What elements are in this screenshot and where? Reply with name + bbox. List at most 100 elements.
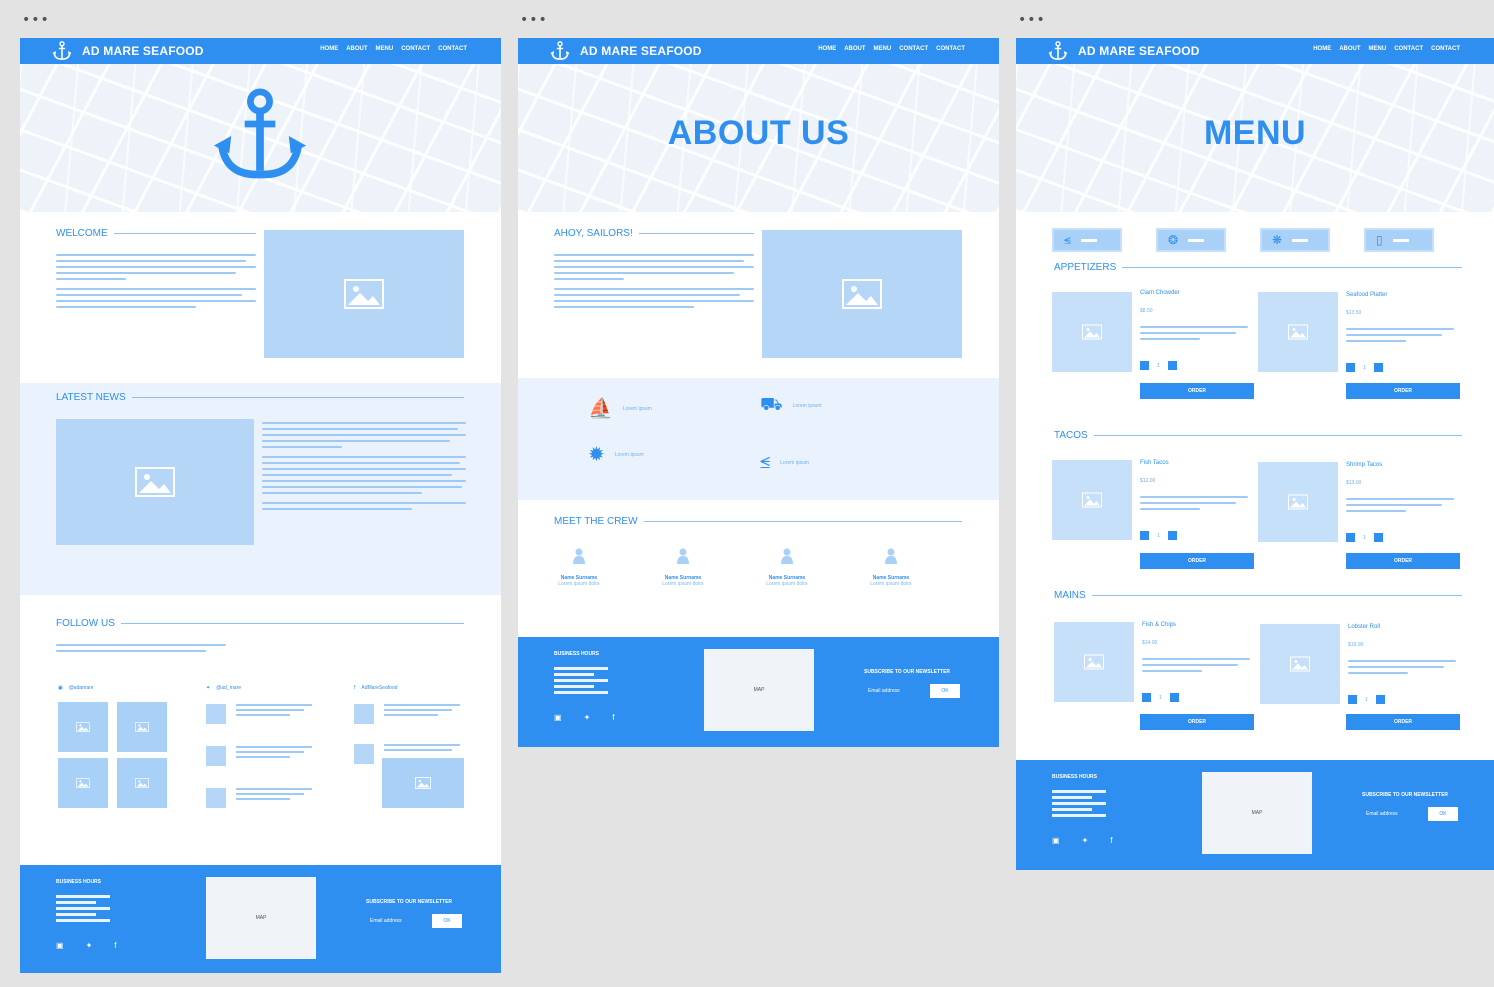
instagram-icon[interactable]: ▣ bbox=[56, 941, 64, 950]
order-button[interactable]: ORDER bbox=[1346, 714, 1460, 730]
person-icon bbox=[676, 548, 690, 564]
instagram-icon[interactable]: ▣ bbox=[554, 713, 562, 722]
map[interactable]: MAP bbox=[704, 649, 814, 731]
quantity-stepper[interactable]: 1 bbox=[1140, 361, 1177, 370]
minus-button[interactable] bbox=[1348, 695, 1357, 704]
facebook-post[interactable] bbox=[354, 704, 460, 724]
tweet[interactable] bbox=[206, 746, 312, 766]
tab-drinks[interactable]: ▯ bbox=[1364, 228, 1434, 252]
crew-member[interactable]: Name Surname Lorem ipsum dolor bbox=[862, 548, 920, 587]
quantity-stepper[interactable]: 1 bbox=[1346, 363, 1383, 372]
anchor-hero-icon bbox=[208, 88, 312, 184]
facebook-post-image[interactable] bbox=[382, 758, 464, 808]
plus-button[interactable] bbox=[1373, 363, 1383, 372]
map[interactable]: MAP bbox=[1202, 772, 1312, 854]
news-image bbox=[56, 419, 254, 545]
minus-button[interactable] bbox=[1142, 693, 1151, 702]
order-button[interactable]: ORDER bbox=[1140, 553, 1254, 569]
minus-button[interactable] bbox=[1140, 361, 1149, 370]
twitter-icon[interactable]: ✦ bbox=[1082, 836, 1089, 845]
nav-link-contact-2[interactable]: CONTACT bbox=[1431, 46, 1460, 52]
subscribe-button[interactable]: OK bbox=[1428, 807, 1458, 821]
plus-button[interactable] bbox=[1373, 533, 1383, 542]
twitter-handle[interactable]: ✦ @ad_mare bbox=[206, 685, 241, 691]
map[interactable]: MAP bbox=[206, 877, 316, 959]
order-button[interactable]: ORDER bbox=[1346, 383, 1460, 399]
subscribe-button[interactable]: OK bbox=[432, 914, 462, 928]
nav-link-contact[interactable]: CONTACT bbox=[401, 46, 430, 52]
tab-crab[interactable]: ❋ bbox=[1260, 228, 1330, 252]
nav-link-about[interactable]: ABOUT bbox=[844, 46, 865, 52]
twitter-icon[interactable]: ✦ bbox=[584, 713, 591, 722]
nav-link-contact[interactable]: CONTACT bbox=[1394, 46, 1423, 52]
plus-button[interactable] bbox=[1167, 361, 1177, 370]
twitter-icon[interactable]: ✦ bbox=[86, 941, 93, 950]
plus-button[interactable] bbox=[1167, 531, 1177, 540]
image-placeholder-icon bbox=[135, 467, 175, 497]
crew-member[interactable]: Name Surname Lorem ipsum dolor bbox=[654, 548, 712, 587]
quantity-stepper[interactable]: 1 bbox=[1140, 531, 1177, 540]
brand-name[interactable]: AD MARE SEAFOOD bbox=[580, 44, 702, 58]
nav-link-about[interactable]: ABOUT bbox=[346, 46, 367, 52]
email-input[interactable]: Email address bbox=[370, 918, 432, 924]
hero-banner: ABOUT US bbox=[518, 64, 999, 212]
dish-name: Seafood Platter bbox=[1346, 292, 1388, 298]
instagram-photo[interactable] bbox=[117, 758, 167, 808]
quantity-stepper[interactable]: 1 bbox=[1142, 693, 1179, 702]
brand-name[interactable]: AD MARE SEAFOOD bbox=[82, 44, 204, 58]
quantity-stepper[interactable]: 1 bbox=[1348, 695, 1385, 704]
anchor-logo-icon[interactable] bbox=[550, 41, 570, 61]
facebook-icon: f bbox=[354, 685, 356, 691]
nav-link-contact-2[interactable]: CONTACT bbox=[936, 46, 965, 52]
nav-link-contact[interactable]: CONTACT bbox=[899, 46, 928, 52]
instagram-photo[interactable] bbox=[117, 702, 167, 752]
dish-name: Clam Chowder bbox=[1140, 290, 1180, 296]
dish-price: $13.00 bbox=[1346, 480, 1362, 486]
order-button[interactable]: ORDER bbox=[1346, 553, 1460, 569]
dish-price: $19.00 bbox=[1348, 642, 1364, 648]
crew-member[interactable]: Name Surname Lorem ipsum dolor bbox=[550, 548, 608, 587]
nav-link-home[interactable]: HOME bbox=[320, 46, 338, 52]
nav-link-home[interactable]: HOME bbox=[1313, 46, 1331, 52]
quantity-stepper[interactable]: 1 bbox=[1346, 533, 1383, 542]
facebook-handle[interactable]: f AdMareSeafood bbox=[354, 685, 398, 691]
minus-button[interactable] bbox=[1346, 533, 1355, 542]
footer-social: ▣ ✦ f bbox=[56, 941, 117, 950]
instagram-photo[interactable] bbox=[58, 702, 108, 752]
brand-name[interactable]: AD MARE SEAFOOD bbox=[1078, 44, 1200, 58]
nav-link-menu[interactable]: MENU bbox=[1369, 46, 1387, 52]
instagram-handle[interactable]: ▣ @adamare bbox=[58, 685, 94, 691]
image-placeholder-icon bbox=[76, 722, 90, 732]
minus-button[interactable] bbox=[1346, 363, 1355, 372]
tweet[interactable] bbox=[206, 788, 312, 808]
nav-link-menu[interactable]: MENU bbox=[874, 46, 892, 52]
tweet[interactable] bbox=[206, 704, 312, 724]
crew-member[interactable]: Name Surname Lorem ipsum dolor bbox=[758, 548, 816, 587]
person-icon bbox=[572, 548, 586, 564]
anchor-logo-icon[interactable] bbox=[1048, 41, 1068, 61]
order-button[interactable]: ORDER bbox=[1140, 383, 1254, 399]
plus-button[interactable] bbox=[1375, 695, 1385, 704]
facebook-icon[interactable]: f bbox=[1110, 836, 1112, 845]
subscribe-button[interactable]: OK bbox=[930, 684, 960, 698]
image-placeholder-icon bbox=[1288, 494, 1308, 510]
order-button[interactable]: ORDER bbox=[1140, 714, 1254, 730]
facebook-icon[interactable]: f bbox=[612, 713, 614, 722]
plus-button[interactable] bbox=[1169, 693, 1179, 702]
nav-link-contact-2[interactable]: CONTACT bbox=[438, 46, 467, 52]
hours-title: BUSINESS HOURS bbox=[56, 879, 102, 885]
crew-title: MEET THE CREW bbox=[554, 516, 962, 527]
facebook-icon[interactable]: f bbox=[114, 941, 116, 950]
nav-link-home[interactable]: HOME bbox=[818, 46, 836, 52]
nav-link-menu[interactable]: MENU bbox=[376, 46, 394, 52]
tab-shrimp[interactable]: ❂ bbox=[1156, 228, 1226, 252]
email-input[interactable]: Email address bbox=[1366, 811, 1428, 817]
minus-button[interactable] bbox=[1140, 531, 1149, 540]
anchor-logo-icon[interactable] bbox=[52, 41, 72, 61]
tab-fish[interactable]: ⪬ bbox=[1052, 228, 1122, 252]
nav-link-about[interactable]: ABOUT bbox=[1339, 46, 1360, 52]
hero-banner bbox=[20, 64, 501, 212]
instagram-photo[interactable] bbox=[58, 758, 108, 808]
email-input[interactable]: Email address bbox=[868, 688, 930, 694]
instagram-icon[interactable]: ▣ bbox=[1052, 836, 1060, 845]
